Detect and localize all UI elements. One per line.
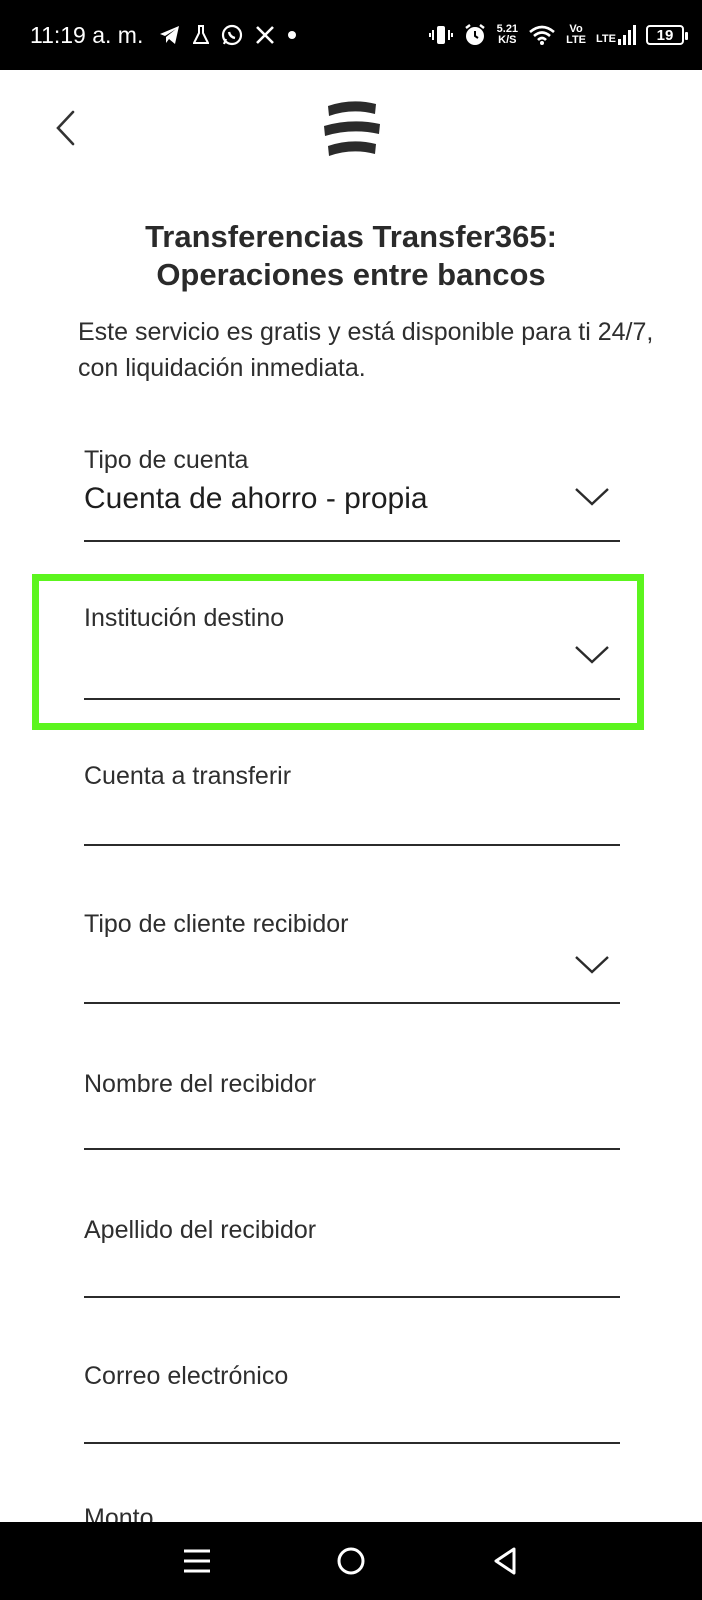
recipient-name-underline <box>84 1148 620 1150</box>
bank-logo <box>320 98 384 158</box>
home-button[interactable] <box>329 1539 373 1583</box>
back-nav-button[interactable] <box>483 1539 527 1583</box>
recent-apps-button[interactable] <box>175 1539 219 1583</box>
back-triangle-icon <box>494 1547 516 1575</box>
chevron-down-icon <box>575 488 609 506</box>
status-bar: 11:19 a. m. 5.21 K/S Vo LTE LTE 19 <box>0 0 702 70</box>
account-type-underline <box>84 540 620 542</box>
telegram-icon <box>159 25 181 45</box>
volte-bottom: LTE <box>566 34 587 46</box>
transfer-account-underline <box>84 844 620 846</box>
recipient-name-label: Nombre del recibidor <box>84 1070 317 1098</box>
back-button[interactable] <box>48 104 88 152</box>
email-field[interactable]: Correo electrónico <box>84 1362 620 1444</box>
network-speed: 5.21 K/S <box>497 24 518 46</box>
destination-institution-select[interactable]: Institución destino <box>84 604 620 700</box>
recipient-name-input[interactable]: Nombre del recibidor <box>84 1070 620 1150</box>
chevron-down-icon <box>575 956 609 974</box>
chevron-left-icon <box>56 110 75 146</box>
signal-bars-icon <box>618 25 636 45</box>
recipient-client-type-label: Tipo de cliente recibidor <box>84 910 349 938</box>
page-title-line1: Transferencias Transfer365: <box>145 219 557 254</box>
x-twitter-icon <box>255 25 275 45</box>
alarm-icon <box>463 23 487 47</box>
recipient-client-type-select[interactable]: Tipo de cliente recibidor <box>84 910 620 1006</box>
system-navigation-bar <box>0 1522 702 1600</box>
recipient-lastname-label: Apellido del recibidor <box>84 1216 317 1244</box>
destination-institution-underline <box>84 698 620 700</box>
email-label: Correo electrónico <box>84 1362 289 1390</box>
clock: 11:19 a. m. <box>30 21 144 48</box>
transfer-account-input[interactable]: Cuenta a transferir <box>84 762 620 858</box>
recipient-lastname-input[interactable]: Apellido del recibidor <box>84 1216 620 1298</box>
recipient-lastname-underline <box>84 1296 620 1298</box>
network-speed-unit: K/S <box>498 34 517 46</box>
signal-indicator: LTE <box>596 25 636 45</box>
transfer-account-label: Cuenta a transferir <box>84 762 292 790</box>
account-type-value: Cuenta de ahorro - propia <box>84 482 428 515</box>
service-description: Este servicio es gratis y está disponibl… <box>78 318 654 382</box>
menu-icon <box>184 1549 210 1573</box>
whatsapp-icon <box>221 24 243 46</box>
destination-institution-label: Institución destino <box>84 604 285 632</box>
battery-icon: 19 <box>646 25 688 45</box>
page-title: Transferencias Transfer365: Operaciones … <box>0 218 702 294</box>
account-type-select[interactable]: Tipo de cuenta Cuenta de ahorro - propia <box>84 446 620 542</box>
volte-indicator: Vo LTE <box>566 24 586 46</box>
chevron-down-icon <box>575 646 609 664</box>
wifi-icon <box>528 24 556 46</box>
lte-label: LTE <box>596 33 616 45</box>
lab-flask-icon <box>193 25 210 45</box>
recipient-client-type-underline <box>84 1002 620 1004</box>
vibrate-icon <box>428 24 453 46</box>
email-underline <box>84 1442 620 1444</box>
account-type-label: Tipo de cuenta <box>84 446 249 474</box>
page-title-line2: Operaciones entre bancos <box>156 257 546 292</box>
notification-dot-icon <box>287 30 297 40</box>
home-circle-icon <box>337 1547 365 1575</box>
battery-level: 19 <box>656 26 674 44</box>
